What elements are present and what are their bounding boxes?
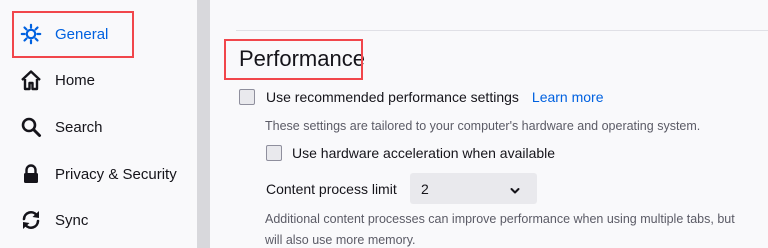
sidebar-item-label: Search: [55, 118, 103, 136]
sidebar-item-home[interactable]: Home: [20, 65, 95, 95]
sidebar-item-label: Sync: [55, 211, 89, 229]
sidebar-item-search[interactable]: Search: [20, 112, 103, 142]
chevron-down-icon: [510, 183, 520, 199]
sidebar-item-label: Home: [55, 71, 96, 89]
content-process-limit-select[interactable]: 2: [410, 173, 537, 204]
sidebar-item-privacy-security[interactable]: Privacy & Security: [20, 159, 177, 189]
recommended-performance-description: These settings are tailored to your comp…: [265, 119, 701, 133]
highlight-box-performance: [224, 39, 363, 80]
highlight-box-general: [12, 11, 134, 58]
lock-icon: [20, 163, 42, 185]
recommended-performance-checkbox[interactable]: [239, 89, 255, 105]
select-value: 2: [421, 180, 429, 197]
learn-more-link[interactable]: Learn more: [532, 89, 604, 105]
hardware-acceleration-checkbox[interactable]: [266, 145, 282, 161]
sidebar-item-sync[interactable]: Sync: [20, 205, 88, 235]
separator: [236, 30, 768, 31]
sidebar-item-label: Privacy & Security: [55, 165, 177, 183]
recommended-performance-label[interactable]: Use recommended performance settings: [266, 89, 519, 105]
content-process-description-line2: will also use more memory.: [265, 233, 416, 247]
hardware-acceleration-label[interactable]: Use hardware acceleration when available: [292, 145, 555, 161]
sidebar-divider: [197, 0, 210, 248]
sync-icon: [20, 209, 42, 231]
search-icon: [20, 116, 42, 138]
content-process-limit-text: Content process limit: [266, 181, 397, 197]
recommended-performance-row: Use recommended performance settings Lea…: [239, 89, 604, 105]
content-process-description-line1: Additional content processes can improve…: [265, 212, 735, 226]
content-process-limit-label: Content process limit: [266, 181, 397, 197]
hardware-acceleration-row: Use hardware acceleration when available: [266, 145, 555, 161]
home-icon: [20, 69, 42, 91]
